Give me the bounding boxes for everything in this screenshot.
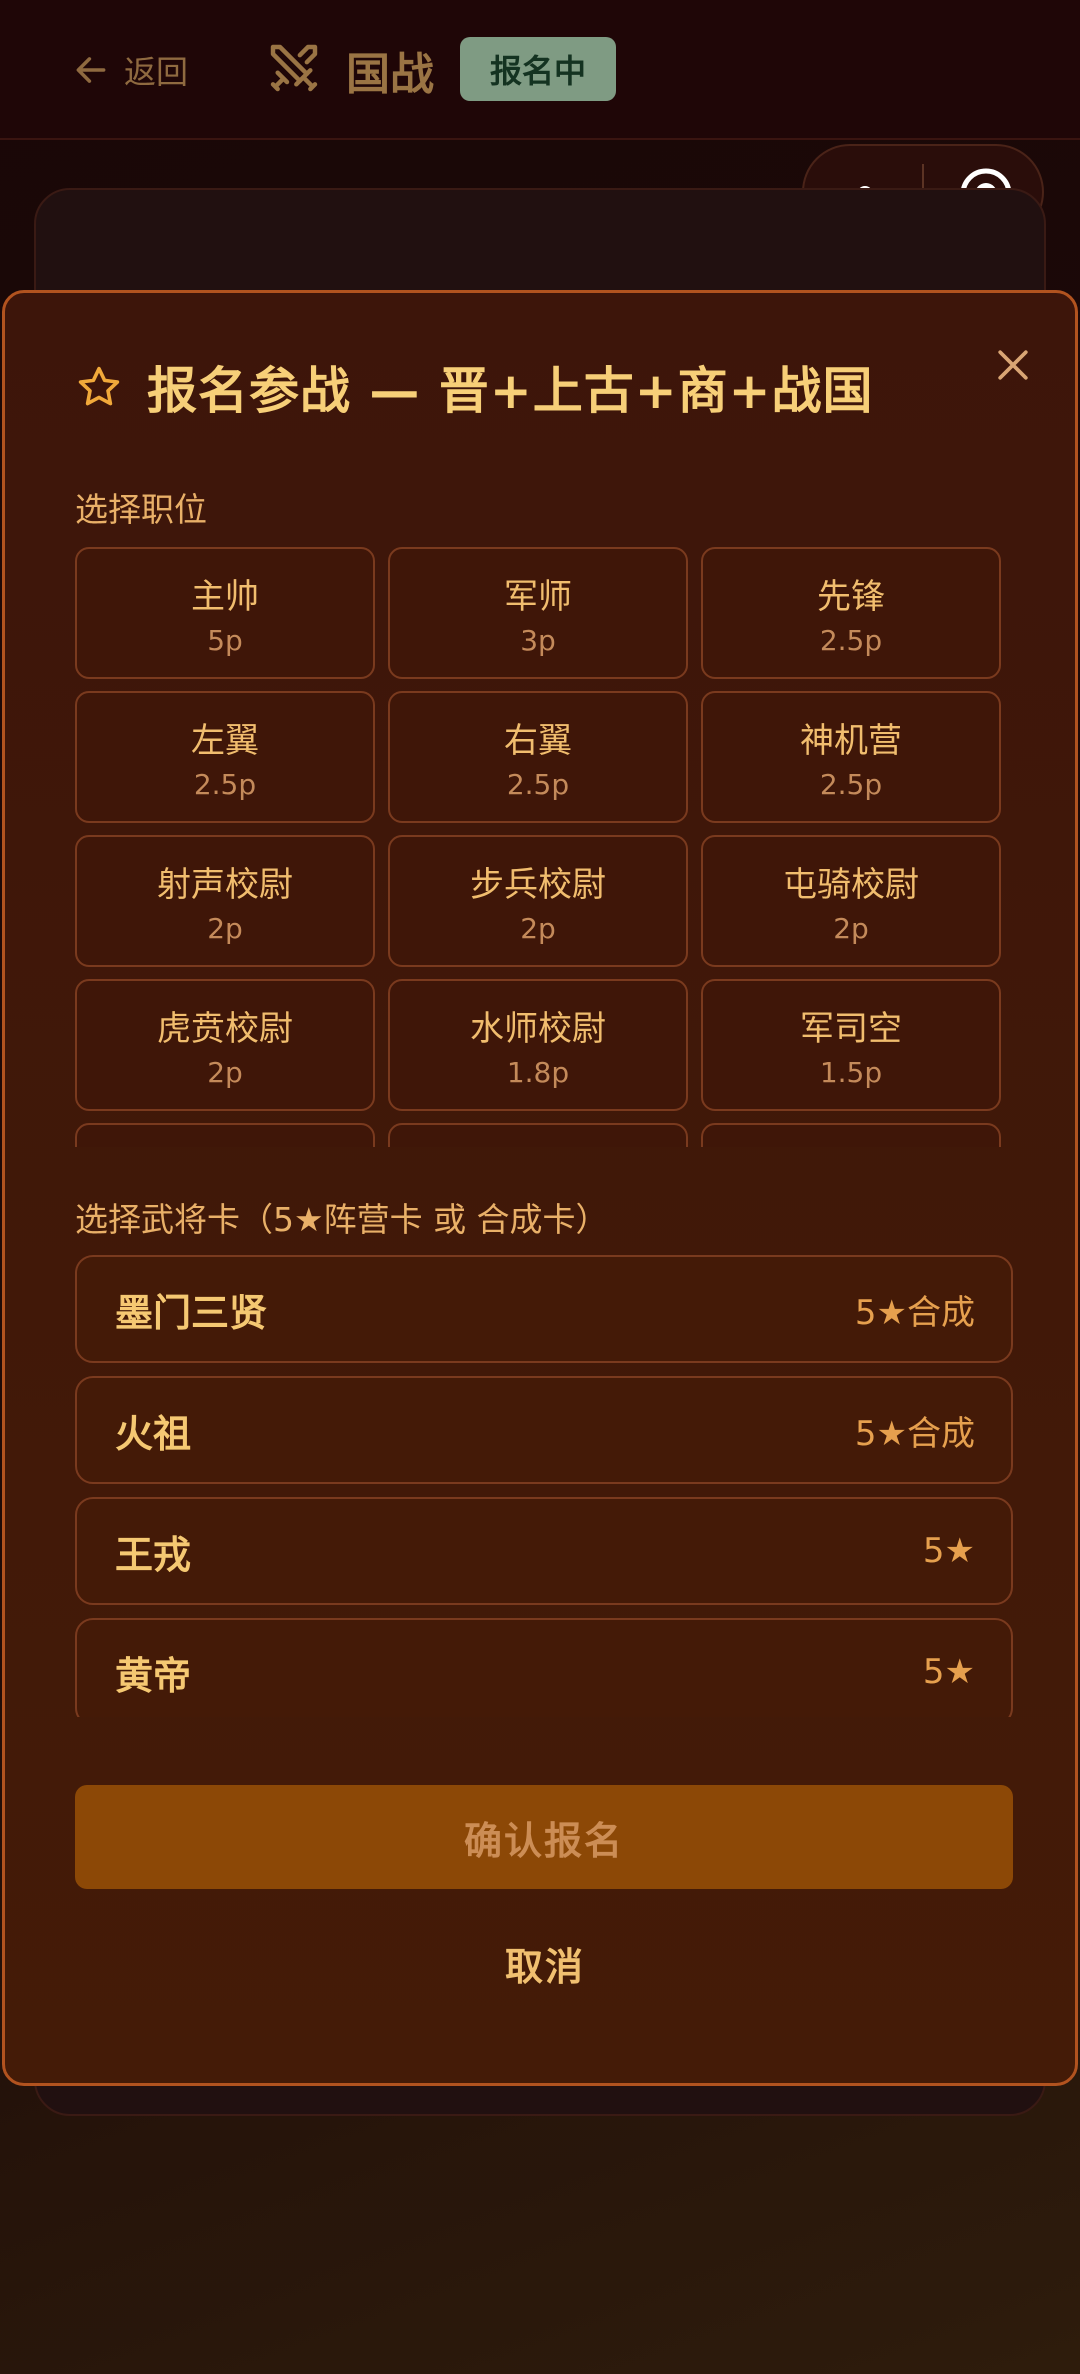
- position-option[interactable]: 步兵校尉 2p: [388, 835, 688, 967]
- position-option[interactable]: 军司空 1.5p: [701, 979, 1001, 1111]
- general-card-option[interactable]: 火祖 5★合成: [75, 1376, 1013, 1484]
- position-name: 左翼: [191, 721, 259, 761]
- position-points: 2.5p: [193, 768, 257, 801]
- position-grid: 主帅 5p 军师 3p 先锋 2.5p 左翼 2.5p 右翼 2.5p 神机营 …: [75, 547, 1005, 1147]
- position-points: 2p: [833, 912, 869, 945]
- card-name: 黄帝: [115, 1653, 192, 1698]
- position-name: 水师校尉: [470, 1009, 606, 1049]
- position-name: 神机营: [800, 721, 902, 761]
- position-points: 2p: [520, 912, 556, 945]
- position-option[interactable]: 右翼 2.5p: [388, 691, 688, 823]
- position-name: 先锋: [817, 577, 885, 617]
- position-option[interactable]: [388, 1123, 688, 1147]
- position-points: 2.5p: [819, 768, 883, 801]
- status-badge: 报名中: [460, 37, 616, 101]
- position-option[interactable]: 神机营 2.5p: [701, 691, 1001, 823]
- position-points: 2p: [207, 912, 243, 945]
- position-option[interactable]: 虎贲校尉 2p: [75, 979, 375, 1111]
- page-title: 国战: [346, 49, 434, 100]
- general-card-option[interactable]: 黄帝 5★: [75, 1618, 1013, 1717]
- position-name: 右翼: [504, 721, 572, 761]
- general-card-option[interactable]: 墨门三贤 5★合成: [75, 1255, 1013, 1363]
- position-name: 步兵校尉: [470, 865, 606, 905]
- position-points: 3p: [520, 624, 556, 657]
- position-points: 5p: [207, 624, 243, 657]
- position-option[interactable]: 左翼 2.5p: [75, 691, 375, 823]
- position-option[interactable]: 军师 3p: [388, 547, 688, 679]
- arrow-left-icon: [76, 57, 106, 83]
- position-option[interactable]: 屯骑校尉 2p: [701, 835, 1001, 967]
- positions-label: 选择职位: [75, 490, 207, 529]
- position-option[interactable]: 先锋 2.5p: [701, 547, 1001, 679]
- star-outline-icon: [78, 366, 120, 406]
- position-option[interactable]: [701, 1123, 1001, 1147]
- card-tag: 5★合成: [854, 1413, 975, 1454]
- card-name: 火祖: [115, 1411, 192, 1456]
- cancel-button[interactable]: 取消: [425, 1933, 665, 1993]
- card-tag: 5★: [922, 1531, 975, 1571]
- position-name: 屯骑校尉: [783, 865, 919, 905]
- modal-header: 报名参战 — 晋+上古+商+战国: [75, 355, 874, 420]
- position-option[interactable]: [75, 1123, 375, 1147]
- crossed-swords-icon: [270, 44, 318, 92]
- back-label: 返回: [124, 53, 189, 91]
- back-button[interactable]: 返回: [72, 44, 188, 96]
- position-option[interactable]: 主帅 5p: [75, 547, 375, 679]
- card-tag: 5★: [922, 1652, 975, 1692]
- position-option[interactable]: 水师校尉 1.8p: [388, 979, 688, 1111]
- position-name: 射声校尉: [157, 865, 293, 905]
- position-points: 2.5p: [506, 768, 570, 801]
- card-tag: 5★合成: [854, 1292, 975, 1333]
- position-points: 2p: [207, 1056, 243, 1089]
- close-icon[interactable]: [991, 343, 1035, 387]
- position-name: 军师: [504, 577, 572, 617]
- cards-label: 选择武将卡（5★阵营卡 或 合成卡）: [75, 1200, 609, 1239]
- card-name: 墨门三贤: [115, 1290, 268, 1335]
- position-name: 军司空: [800, 1009, 902, 1049]
- position-points: 1.5p: [819, 1056, 883, 1089]
- signup-modal: 报名参战 — 晋+上古+商+战国 选择职位 主帅 5p 军师 3p 先锋 2.5…: [2, 290, 1078, 2086]
- general-card-list: 墨门三贤 5★合成 火祖 5★合成 王戎 5★ 黄帝 5★: [75, 1255, 1013, 1717]
- position-name: 主帅: [191, 577, 259, 617]
- confirm-signup-button[interactable]: 确认报名: [75, 1785, 1013, 1889]
- position-option[interactable]: 射声校尉 2p: [75, 835, 375, 967]
- position-name: 虎贲校尉: [157, 1009, 293, 1049]
- general-card-option[interactable]: 王戎 5★: [75, 1497, 1013, 1605]
- card-name: 王戎: [115, 1532, 192, 1577]
- position-points: 2.5p: [819, 624, 883, 657]
- top-bar: 返回 国战 报名中: [0, 0, 1080, 140]
- modal-title: 报名参战 — 晋+上古+商+战国: [147, 362, 874, 420]
- position-points: 1.8p: [506, 1056, 570, 1089]
